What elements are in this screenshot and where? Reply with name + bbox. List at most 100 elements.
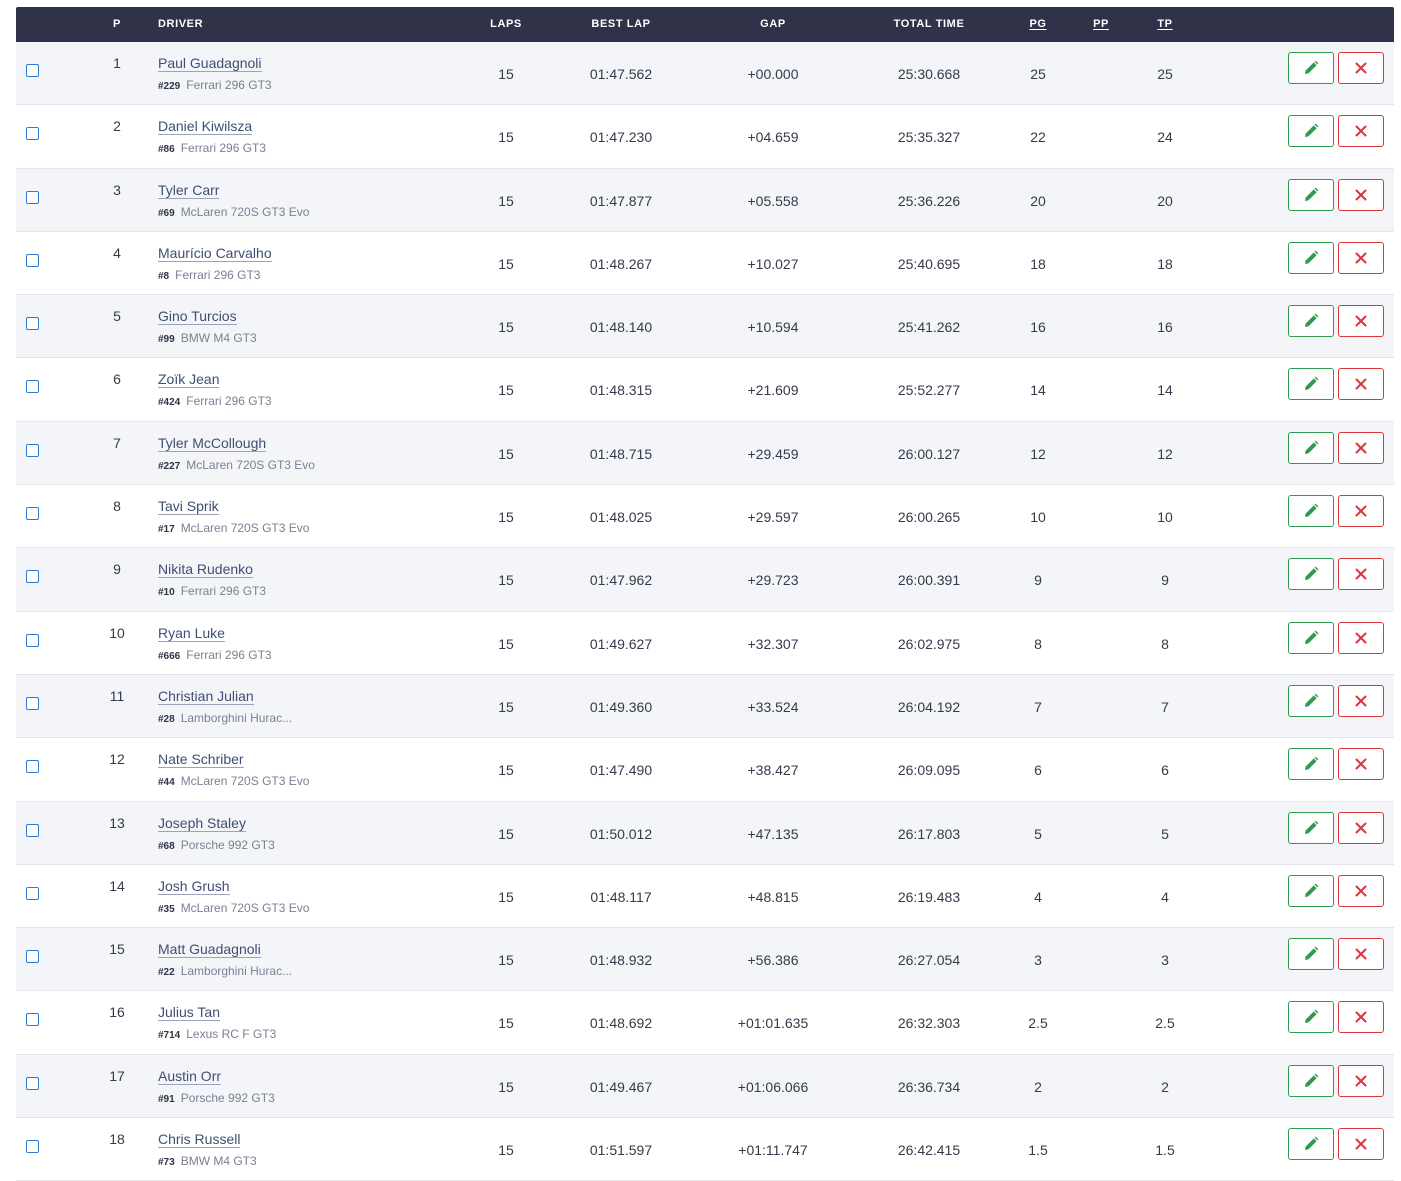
car-model: Ferrari 296 GT3 bbox=[186, 78, 272, 92]
row-checkbox[interactable] bbox=[26, 64, 39, 77]
car-model: McLaren 720S GT3 Evo bbox=[186, 457, 315, 472]
row-checkbox[interactable] bbox=[26, 1076, 39, 1090]
edit-button[interactable] bbox=[1288, 241, 1334, 274]
driver-name-link[interactable]: Joseph Staley bbox=[158, 815, 246, 832]
driver-name-link[interactable]: Zoïk Jean bbox=[158, 371, 220, 389]
delete-button[interactable] bbox=[1338, 178, 1384, 211]
row-checkbox[interactable] bbox=[26, 633, 39, 647]
driver-name-link[interactable]: Ryan Luke bbox=[158, 625, 225, 642]
driver-name-link[interactable]: Josh Grush bbox=[158, 878, 230, 895]
driver-name-link[interactable]: Gino Turcios bbox=[158, 308, 237, 326]
row-checkbox[interactable] bbox=[26, 886, 39, 900]
edit-button[interactable] bbox=[1288, 874, 1334, 907]
row-checkbox[interactable] bbox=[26, 317, 39, 331]
laps-value: 15 bbox=[498, 635, 514, 652]
col-header-total-time[interactable]: TOTAL TIME bbox=[894, 7, 965, 42]
gap-value: +01:06.066 bbox=[737, 1078, 809, 1095]
laps-value: 15 bbox=[498, 825, 514, 842]
driver-name-link[interactable]: Paul Guadagnoli bbox=[158, 55, 262, 72]
edit-button[interactable] bbox=[1288, 431, 1334, 464]
delete-button[interactable] bbox=[1338, 368, 1384, 401]
driver-name-link[interactable]: Chris Russell bbox=[158, 1131, 241, 1149]
edit-button[interactable] bbox=[1288, 1128, 1334, 1161]
delete-button[interactable] bbox=[1338, 431, 1384, 464]
col-header-position[interactable]: P bbox=[113, 7, 121, 42]
delete-button[interactable] bbox=[1338, 748, 1384, 781]
edit-button[interactable] bbox=[1288, 305, 1334, 338]
close-icon bbox=[1355, 695, 1367, 707]
delete-button[interactable] bbox=[1338, 1064, 1384, 1097]
delete-button[interactable] bbox=[1338, 495, 1384, 528]
gap-value: +01:01.635 bbox=[737, 1015, 809, 1032]
table-row: 9 Nikita Rudenko #10 Ferrari 296 GT3 15 0… bbox=[16, 548, 1394, 612]
driver-name-link[interactable]: Tyler McCollough bbox=[158, 435, 267, 452]
col-header-pg[interactable]: PG bbox=[1029, 7, 1046, 42]
row-checkbox[interactable] bbox=[26, 507, 39, 521]
row-checkbox[interactable] bbox=[26, 380, 39, 394]
driver-name-link[interactable]: Julius Tan bbox=[158, 1004, 221, 1022]
driver-name-link[interactable]: Matt Guadagnoli bbox=[158, 941, 261, 959]
delete-button[interactable] bbox=[1338, 52, 1384, 84]
driver-name-link[interactable]: Daniel Kiwilsza bbox=[158, 118, 253, 136]
position-value: 7 bbox=[113, 434, 121, 451]
car-info: #35 McLaren 720S GT3 Evo bbox=[158, 901, 309, 915]
row-checkbox[interactable] bbox=[26, 190, 39, 204]
row-checkbox[interactable] bbox=[26, 1140, 39, 1154]
edit-button[interactable] bbox=[1288, 558, 1334, 591]
car-number: #714 bbox=[158, 1030, 181, 1042]
driver-name-link[interactable]: Austin Orr bbox=[158, 1068, 222, 1085]
edit-button[interactable] bbox=[1288, 52, 1334, 84]
col-header-gap[interactable]: GAP bbox=[760, 7, 786, 42]
row-checkbox[interactable] bbox=[26, 760, 39, 774]
row-checkbox[interactable] bbox=[26, 127, 39, 141]
edit-button[interactable] bbox=[1288, 178, 1334, 211]
row-checkbox[interactable] bbox=[26, 950, 39, 964]
delete-button[interactable] bbox=[1338, 1128, 1384, 1161]
close-icon bbox=[1355, 758, 1367, 770]
col-header-laps[interactable]: LAPS bbox=[490, 7, 522, 42]
row-checkbox[interactable] bbox=[26, 696, 39, 710]
driver-name-link[interactable]: Maurício Carvalho bbox=[158, 245, 272, 262]
edit-button[interactable] bbox=[1288, 684, 1334, 717]
col-header-pg-label: PG bbox=[1029, 18, 1047, 30]
delete-button[interactable] bbox=[1338, 115, 1384, 148]
edit-button[interactable] bbox=[1288, 115, 1334, 148]
delete-button[interactable] bbox=[1338, 938, 1384, 971]
driver-name-link[interactable]: Nate Schriber bbox=[158, 751, 244, 769]
edit-button[interactable] bbox=[1288, 368, 1334, 401]
edit-button[interactable] bbox=[1288, 1064, 1334, 1097]
edit-button[interactable] bbox=[1288, 621, 1334, 654]
driver-name-link[interactable]: Tyler Carr bbox=[158, 182, 220, 199]
row-checkbox[interactable] bbox=[26, 823, 39, 837]
delete-button[interactable] bbox=[1338, 874, 1384, 907]
laps-value: 15 bbox=[498, 572, 514, 589]
total-time-value: 26:04.192 bbox=[897, 698, 961, 715]
edit-button[interactable] bbox=[1288, 495, 1334, 528]
driver-name-link[interactable]: Nikita Rudenko bbox=[158, 561, 253, 579]
row-checkbox[interactable] bbox=[26, 570, 39, 584]
row-checkbox[interactable] bbox=[26, 253, 39, 267]
col-header-pp[interactable]: PP bbox=[1093, 7, 1109, 42]
delete-button[interactable] bbox=[1338, 241, 1384, 274]
delete-button[interactable] bbox=[1338, 621, 1384, 654]
driver-name-link[interactable]: Christian Julian bbox=[158, 688, 254, 705]
edit-button[interactable] bbox=[1288, 748, 1334, 781]
table-row: 3 Tyler Carr #69 McLaren 720S GT3 Evo 15 … bbox=[16, 168, 1394, 232]
row-checkbox[interactable] bbox=[26, 1013, 39, 1027]
close-icon bbox=[1355, 1011, 1367, 1023]
delete-button[interactable] bbox=[1338, 305, 1384, 338]
pencil-icon bbox=[1305, 187, 1319, 201]
col-header-best-lap[interactable]: BEST LAP bbox=[591, 7, 650, 42]
edit-button[interactable] bbox=[1288, 811, 1334, 844]
delete-button[interactable] bbox=[1338, 558, 1384, 591]
row-checkbox[interactable] bbox=[26, 443, 39, 457]
driver-name-link[interactable]: Tavi Sprik bbox=[158, 498, 219, 516]
col-header-driver[interactable]: DRIVER bbox=[158, 7, 203, 42]
edit-button[interactable] bbox=[1288, 938, 1334, 971]
delete-button[interactable] bbox=[1338, 1001, 1384, 1034]
delete-button[interactable] bbox=[1338, 811, 1384, 844]
col-header-tp[interactable]: TP bbox=[1157, 7, 1172, 42]
edit-button[interactable] bbox=[1288, 1001, 1334, 1034]
delete-button[interactable] bbox=[1338, 684, 1384, 717]
pencil-icon bbox=[1305, 820, 1319, 834]
